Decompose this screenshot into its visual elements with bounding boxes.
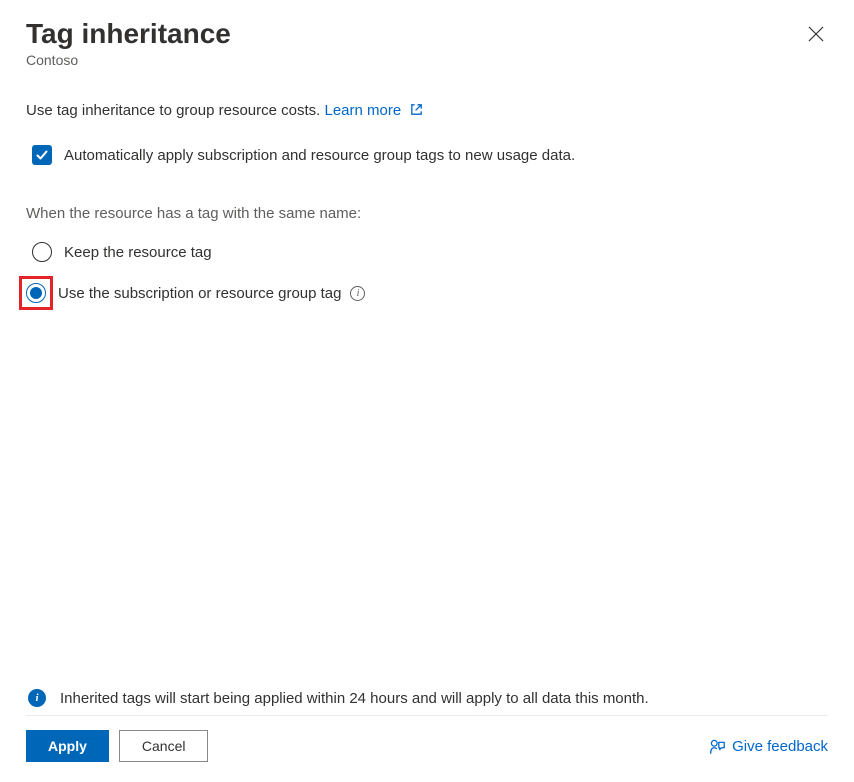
highlight-box (19, 276, 53, 310)
feedback-icon (708, 737, 726, 755)
page-title: Tag inheritance (26, 18, 231, 50)
radio-keep-resource-tag[interactable] (32, 242, 52, 262)
conflict-heading: When the resource has a tag with the sam… (26, 205, 828, 222)
auto-apply-label: Automatically apply subscription and res… (64, 147, 575, 164)
info-banner-text: Inherited tags will start being applied … (60, 690, 649, 707)
info-banner: i Inherited tags will start being applie… (26, 681, 828, 716)
close-button[interactable] (804, 22, 828, 46)
cancel-button[interactable]: Cancel (119, 730, 209, 762)
radio-label-keep: Keep the resource tag (64, 244, 212, 261)
info-banner-icon: i (28, 689, 46, 707)
info-icon[interactable]: i (350, 286, 365, 301)
learn-more-link[interactable]: Learn more (325, 102, 425, 119)
radio-use-subscription-tag[interactable] (26, 283, 46, 303)
external-link-icon (409, 102, 424, 121)
description-text: Use tag inheritance to group resource co… (26, 102, 828, 121)
radio-label-use-subscription: Use the subscription or resource group t… (58, 285, 341, 302)
page-subtitle: Contoso (26, 52, 231, 68)
auto-apply-checkbox[interactable] (32, 145, 52, 165)
checkmark-icon (35, 148, 49, 162)
close-icon (808, 26, 824, 42)
give-feedback-link[interactable]: Give feedback (708, 737, 828, 755)
apply-button[interactable]: Apply (26, 730, 109, 762)
